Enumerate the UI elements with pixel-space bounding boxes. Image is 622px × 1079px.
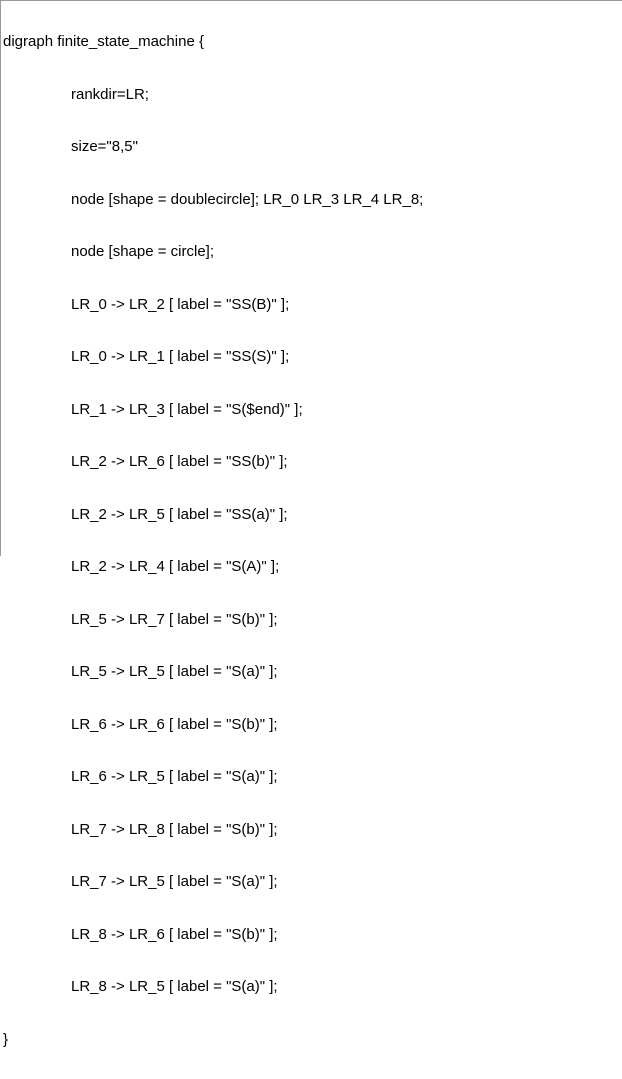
code-edge: LR_6 -> LR_6 [ label = "S(b)" ]; [3, 712, 622, 738]
code-edge: LR_2 -> LR_6 [ label = "SS(b)" ]; [3, 449, 622, 475]
code-edge: LR_2 -> LR_4 [ label = "S(A)" ]; [3, 554, 622, 580]
code-edge: LR_8 -> LR_5 [ label = "S(a)" ]; [3, 974, 622, 1000]
code-edge: LR_0 -> LR_2 [ label = "SS(B)" ]; [3, 292, 622, 318]
code-size: size="8,5" [3, 134, 622, 160]
code-edge: LR_2 -> LR_5 [ label = "SS(a)" ]; [3, 502, 622, 528]
code-edge: LR_0 -> LR_1 [ label = "SS(S)" ]; [3, 344, 622, 370]
code-rankdir: rankdir=LR; [3, 82, 622, 108]
code-edge: LR_5 -> LR_5 [ label = "S(a)" ]; [3, 659, 622, 685]
code-block: digraph finite_state_machine { rankdir=L… [3, 3, 622, 1079]
code-edge: LR_6 -> LR_5 [ label = "S(a)" ]; [3, 764, 622, 790]
code-node-circle: node [shape = circle]; [3, 239, 622, 265]
code-edge: LR_7 -> LR_5 [ label = "S(a)" ]; [3, 869, 622, 895]
code-edge: LR_7 -> LR_8 [ label = "S(b)" ]; [3, 817, 622, 843]
code-edge: LR_5 -> LR_7 [ label = "S(b)" ]; [3, 607, 622, 633]
code-header: digraph finite_state_machine { [3, 29, 622, 55]
code-edge: LR_8 -> LR_6 [ label = "S(b)" ]; [3, 922, 622, 948]
code-edge: LR_1 -> LR_3 [ label = "S($end)" ]; [3, 397, 622, 423]
code-node-double: node [shape = doublecircle]; LR_0 LR_3 L… [3, 187, 622, 213]
code-footer: } [3, 1027, 622, 1053]
